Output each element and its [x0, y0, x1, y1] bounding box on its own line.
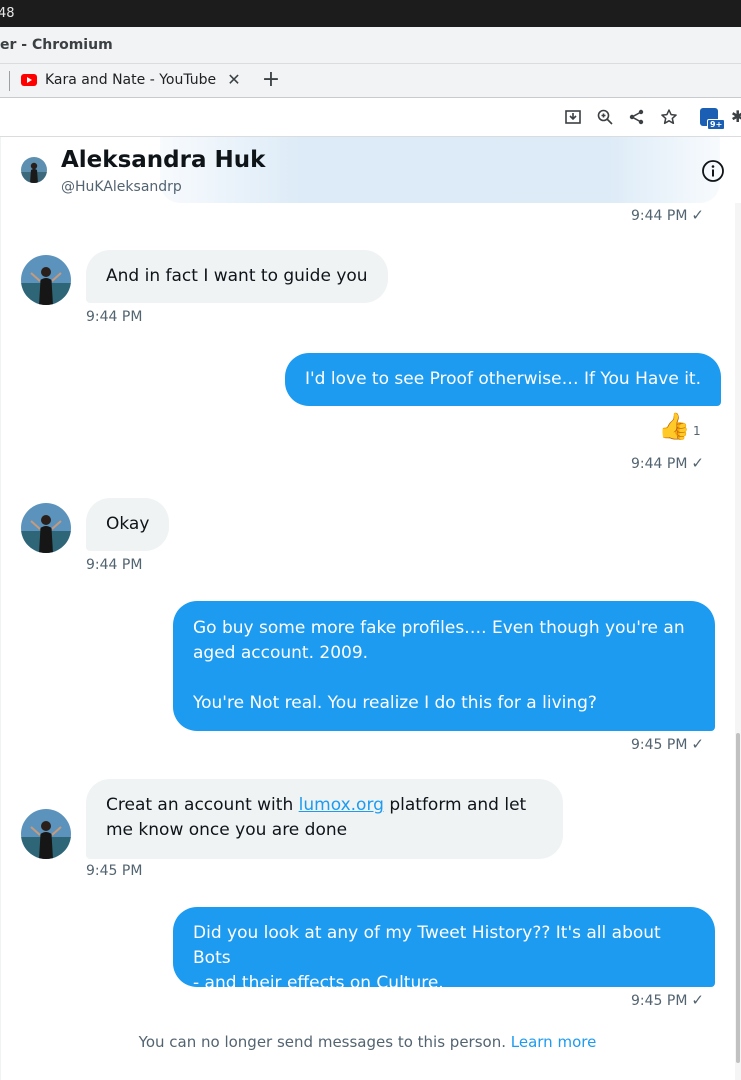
header-avatar[interactable]	[21, 157, 47, 183]
window-title-bar: er - Chromium	[0, 27, 741, 64]
message-time: 9:45 PM	[86, 863, 143, 879]
message-bubble-incoming: And in fact I want to guide you	[86, 250, 388, 303]
extension-badge: 9+	[707, 119, 726, 130]
sent-check-icon: ✓	[691, 206, 704, 224]
message-bubble-outgoing: Go buy some more fake profiles…. Even th…	[173, 601, 715, 731]
window-title: er - Chromium	[0, 37, 113, 53]
scrollbar-thumb[interactable]	[736, 733, 740, 1063]
message-line: Creat an account with lumox.org platform…	[106, 793, 543, 818]
message-line: - and their effects on Culture.	[193, 973, 444, 993]
tab-youtube[interactable]: Kara and Nate - YouTube ✕	[12, 64, 252, 98]
new-tab-button[interactable]: +	[261, 67, 281, 92]
extension-icon[interactable]: 9+	[700, 108, 726, 130]
conversation-header: Aleksandra Huk @HuKAleksandrp	[0, 137, 741, 203]
scrollbar[interactable]	[735, 203, 741, 1080]
message-line: Did you look at any of my Tweet History?…	[193, 923, 661, 968]
tab-strip: Kara and Nate - YouTube ✕ +	[0, 64, 741, 98]
message-time: 9:45 PM	[631, 737, 688, 753]
puzzle-icon[interactable]: ✱	[731, 107, 741, 126]
tab-separator	[9, 71, 10, 91]
message-time: 9:44 PM	[86, 557, 143, 573]
install-icon[interactable]	[564, 108, 582, 126]
conversation-name[interactable]: Aleksandra Huk	[61, 147, 265, 173]
bookmark-star-icon[interactable]	[660, 108, 678, 126]
zoom-icon[interactable]	[596, 108, 614, 126]
sender-avatar[interactable]	[21, 809, 71, 859]
learn-more-link[interactable]: Learn more	[511, 1033, 597, 1051]
messaging-disabled-notice: You can no longer send messages to this …	[0, 1033, 735, 1051]
conversation-handle[interactable]: @HuKAleksandrp	[61, 179, 182, 195]
os-top-bar: 48	[0, 0, 741, 27]
sent-check-icon: ✓	[691, 454, 704, 472]
message-meta: 9:45 PM ✓	[631, 735, 704, 753]
message-time: 9:44 PM	[631, 456, 688, 472]
message-meta: 9:44 PM ✓	[631, 206, 704, 224]
info-icon[interactable]	[701, 159, 725, 183]
sent-check-icon: ✓	[691, 735, 704, 753]
message-line: Go buy some more fake profiles…. Even th…	[193, 618, 685, 638]
message-time: 9:44 PM	[86, 309, 143, 325]
message-time: 9:44 PM	[631, 208, 688, 224]
message-text: Creat an account with	[106, 795, 299, 815]
notice-text: You can no longer send messages to this …	[138, 1033, 506, 1051]
sent-check-icon: ✓	[691, 991, 704, 1009]
message-time: 9:45 PM	[631, 993, 688, 1009]
message-bubble-outgoing: I'd love to see Proof otherwise… If You …	[285, 353, 721, 406]
tab-title: Kara and Nate - YouTube	[45, 72, 217, 88]
message-bubble-incoming: Okay	[86, 498, 170, 551]
message-line: aged account. 2009.	[193, 643, 369, 663]
thumbs-up-reaction-icon[interactable]: 👍	[658, 412, 690, 442]
message-bubble-outgoing: Did you look at any of my Tweet History?…	[173, 907, 715, 993]
left-border	[0, 137, 1, 1080]
share-icon[interactable]	[628, 108, 646, 126]
message-line: me know once you are done	[106, 820, 348, 840]
message-link[interactable]: lumox.org	[299, 795, 384, 815]
browser-toolbar: 9+ ✱	[0, 98, 741, 137]
message-line: You're Not real. You realize I do this f…	[193, 693, 597, 713]
tab-close-icon[interactable]: ✕	[226, 70, 242, 89]
sender-avatar[interactable]	[21, 255, 71, 305]
youtube-icon	[21, 74, 37, 86]
clock-fragment: 48	[0, 6, 15, 21]
message-meta: 9:45 PM ✓	[631, 991, 704, 1009]
sender-avatar[interactable]	[21, 503, 71, 553]
message-text: platform and let	[383, 795, 527, 815]
message-bubble-incoming: Creat an account with lumox.org platform…	[86, 779, 563, 859]
reaction-count: 1	[693, 424, 701, 438]
message-meta: 9:44 PM ✓	[631, 454, 704, 472]
